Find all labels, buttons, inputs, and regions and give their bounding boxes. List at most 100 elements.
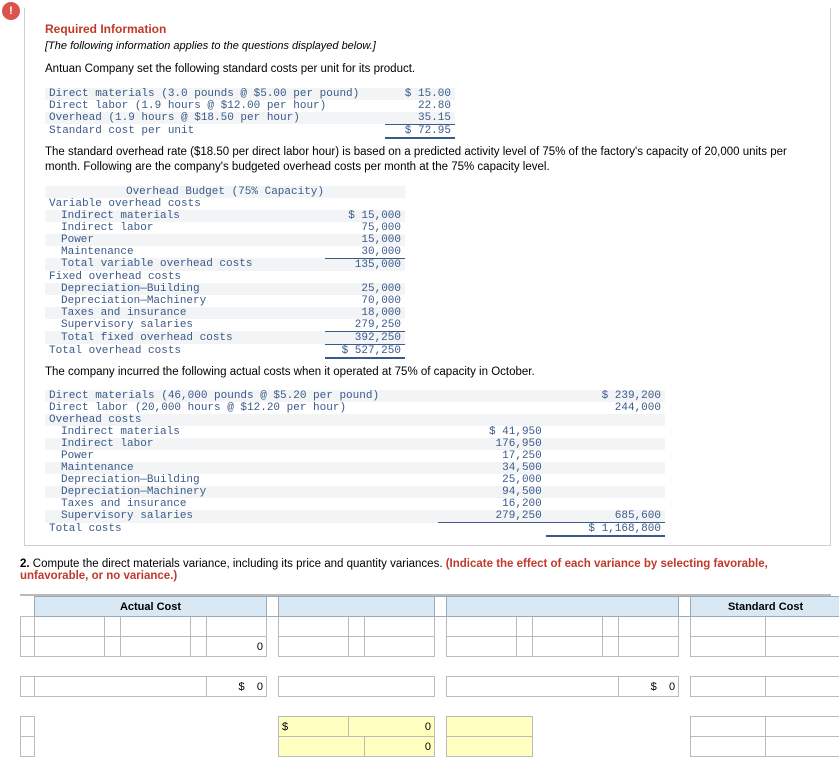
cell-b-zero: 0 bbox=[207, 637, 267, 657]
ob-ft-l: Total fixed overhead costs bbox=[45, 331, 325, 344]
ac-o4-l: Maintenance bbox=[45, 462, 438, 474]
cell-qty-var-zero: 0 bbox=[365, 737, 435, 757]
ob-v4-a: 30,000 bbox=[325, 246, 405, 259]
actual-costs-table: Direct materials (46,000 pounds @ $5.20 … bbox=[45, 390, 665, 537]
ob-v4-l: Maintenance bbox=[45, 246, 325, 259]
ac-o5-a: 25,000 bbox=[438, 474, 545, 486]
q-num: 2. bbox=[20, 558, 30, 570]
cell-aq2[interactable] bbox=[279, 617, 349, 637]
cell-sp2[interactable] bbox=[533, 617, 603, 637]
cell-qty-var-sel2[interactable] bbox=[447, 737, 533, 757]
ob-f1-a: 25,000 bbox=[325, 283, 405, 295]
cell-sq[interactable] bbox=[447, 617, 517, 637]
ob-v3-l: Power bbox=[45, 234, 325, 246]
cell-price-var-sel[interactable] bbox=[447, 717, 533, 737]
variance-table: Actual Cost Standard Cost bbox=[20, 596, 839, 757]
ob-v2-a: 75,000 bbox=[325, 222, 405, 234]
ac-o5-l: Depreciation—Building bbox=[45, 474, 438, 486]
cell-sp[interactable] bbox=[365, 617, 435, 637]
ob-f3-l: Taxes and insurance bbox=[45, 307, 325, 319]
ac-o2-l: Indirect labor bbox=[45, 438, 438, 450]
ob-title: Overhead Budget (75% Capacity) bbox=[45, 186, 405, 198]
alert-icon: ! bbox=[2, 2, 20, 20]
oh-amt: 35.15 bbox=[385, 112, 455, 125]
cell-std2[interactable] bbox=[766, 617, 839, 637]
ob-gt-a: $ 527,250 bbox=[325, 344, 405, 358]
ac-o6-a: 94,500 bbox=[438, 486, 545, 498]
cell-b9[interactable] bbox=[766, 637, 839, 657]
cell-price-var-amt[interactable]: $ bbox=[279, 717, 349, 737]
question-prompt: 2. Compute the direct materials variance… bbox=[20, 558, 831, 582]
th-mid bbox=[279, 597, 435, 617]
ac-o1-a: $ 41,950 bbox=[438, 426, 545, 438]
cell-b1[interactable] bbox=[35, 637, 105, 657]
ob-v2-l: Indirect labor bbox=[45, 222, 325, 234]
ac-o1-l: Indirect materials bbox=[45, 426, 438, 438]
cell-b2[interactable] bbox=[121, 637, 191, 657]
cell-price-var-zero: 0 bbox=[349, 717, 435, 737]
ob-f3-a: 18,000 bbox=[325, 307, 405, 319]
ac-r1-a: $ 239,200 bbox=[546, 390, 665, 402]
dm-label: Direct materials (3.0 pounds @ $5.00 per… bbox=[45, 88, 385, 100]
cell-ap[interactable] bbox=[121, 617, 191, 637]
ob-gt-l: Total overhead costs bbox=[45, 344, 325, 358]
ob-var-head: Variable overhead costs bbox=[45, 198, 405, 210]
ac-tc-a: $ 1,168,800 bbox=[546, 523, 665, 537]
ob-v1-l: Indirect materials bbox=[45, 210, 325, 222]
cell-b8[interactable] bbox=[691, 637, 766, 657]
oh-label: Overhead (1.9 hours @ $18.50 per hour) bbox=[45, 112, 385, 125]
standard-cost-table: Direct materials (3.0 pounds @ $5.00 per… bbox=[45, 88, 455, 139]
actual-para: The company incurred the following actua… bbox=[45, 365, 814, 381]
cell-std1[interactable] bbox=[691, 617, 766, 637]
ac-o8-a: 279,250 bbox=[438, 510, 545, 523]
ac-o3-a: 17,250 bbox=[438, 450, 545, 462]
ac-o3-l: Power bbox=[45, 450, 438, 462]
ob-vt-a: 135,000 bbox=[325, 258, 405, 271]
ob-f4-l: Supervisory salaries bbox=[45, 319, 325, 332]
ac-o8-l: Supervisory salaries bbox=[45, 510, 438, 523]
ob-f4-a: 279,250 bbox=[325, 319, 405, 332]
variance-sheet: Actual Cost Standard Cost bbox=[20, 594, 831, 757]
ac-o6-l: Depreciation—Machinery bbox=[45, 486, 438, 498]
ac-r2-a: 244,000 bbox=[546, 402, 665, 414]
ac-oh-head: Overhead costs bbox=[45, 414, 665, 426]
cell-b5[interactable] bbox=[447, 637, 517, 657]
dl-label: Direct labor (1.9 hours @ $12.00 per hou… bbox=[45, 100, 385, 112]
ob-f1-l: Depreciation—Building bbox=[45, 283, 325, 295]
ob-fix-head: Fixed overhead costs bbox=[45, 271, 405, 283]
cell-actual-total: $ 0 bbox=[207, 677, 267, 697]
ac-o7-l: Taxes and insurance bbox=[45, 498, 438, 510]
ac-ot: 685,600 bbox=[546, 510, 665, 523]
scu-amt: $ 72.95 bbox=[385, 124, 455, 138]
cell-b6[interactable] bbox=[533, 637, 603, 657]
intro-text: Antuan Company set the following standar… bbox=[45, 62, 814, 78]
overhead-rate-para: The standard overhead rate ($18.50 per d… bbox=[45, 145, 814, 176]
overhead-budget-table: Overhead Budget (75% Capacity) Variable … bbox=[45, 186, 405, 359]
ac-r1-l: Direct materials (46,000 pounds @ $5.20 … bbox=[45, 390, 438, 402]
ob-v1-a: $ 15,000 bbox=[325, 210, 405, 222]
q-text: Compute the direct materials variance, i… bbox=[30, 558, 446, 570]
ac-o7-a: 16,200 bbox=[438, 498, 545, 510]
dl-amt: 22.80 bbox=[385, 100, 455, 112]
ob-vt-l: Total variable overhead costs bbox=[45, 258, 325, 271]
cell-std-total: $ 0 bbox=[619, 677, 679, 697]
ob-f2-a: 70,000 bbox=[325, 295, 405, 307]
ob-v3-a: 15,000 bbox=[325, 234, 405, 246]
ob-ft-a: 392,250 bbox=[325, 331, 405, 344]
question-content: Required Information [The following info… bbox=[24, 8, 831, 546]
cell-b3[interactable] bbox=[279, 637, 349, 657]
info-note: [The following information applies to th… bbox=[45, 40, 814, 52]
cell-aq[interactable] bbox=[35, 617, 105, 637]
cell-ac-calc bbox=[207, 617, 267, 637]
ac-o4-a: 34,500 bbox=[438, 462, 545, 474]
ob-f2-l: Depreciation—Machinery bbox=[45, 295, 325, 307]
dm-amt: $ 15.00 bbox=[385, 88, 455, 100]
cell-b4[interactable] bbox=[365, 637, 435, 657]
ac-o2-a: 176,950 bbox=[438, 438, 545, 450]
th-standard-cost: Standard Cost bbox=[691, 597, 839, 617]
cell-qty-var-sel[interactable] bbox=[279, 737, 365, 757]
cell-sc-calc bbox=[619, 617, 679, 637]
ac-r2-l: Direct labor (20,000 hours @ $12.20 per … bbox=[45, 402, 438, 414]
cell-actual-total-label bbox=[35, 677, 207, 697]
ac-tc-l: Total costs bbox=[45, 523, 438, 537]
